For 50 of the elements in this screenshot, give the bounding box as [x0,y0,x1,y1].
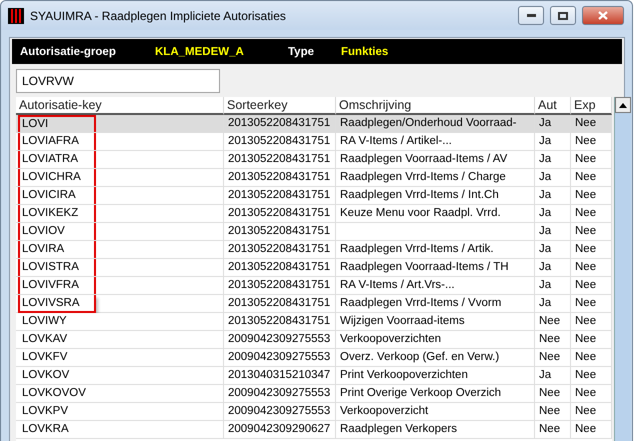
up-arrow-icon [619,102,627,108]
table-row[interactable]: LOVICHRA 2013052208431751 Raadplegen Vrrd-Items / Charge Ja Nee [16,169,612,187]
table-row[interactable]: LOVKRA 2009042309290627 Raadplegen Verkopers Nee Nee [16,421,612,439]
table-row[interactable]: LOVKOVOV 2009042309275553 Print Overige Verkoop Overzich Nee Nee [16,385,612,403]
table-cell: 2009042309290627 [224,421,336,439]
table-cell-text: LOVKOVOV [21,386,87,401]
table-row[interactable]: LOVKOV 2013040315210347 Print Verkoopoverzichten Ja Nee [16,367,612,385]
table-cell-text: LOVKRA [21,422,70,437]
table-row[interactable]: LOVI 2013052208431751 Raadplegen/Onderhoud Voorraad- Ja Nee [16,115,612,133]
column-header[interactable]: Exp [571,97,612,115]
maximize-icon [558,12,568,20]
type-value: Funkties [341,46,390,58]
table-row[interactable]: LOVIVFRA 2013052208431751 RA V-Items / Art.Vrs-... Ja Nee [16,277,612,295]
group-label: Autorisatie-groep [20,46,117,58]
column-header[interactable]: Aut [535,97,571,115]
minimize-button[interactable] [518,6,544,25]
type-label: Type [288,46,315,58]
table-cell: Nee [535,421,571,439]
table-cell: Raadplegen Verkopers [336,421,535,439]
table-cell-text: LOVKFV [21,350,68,365]
table-cell-text: LOVKAV [21,332,68,347]
column-header[interactable]: Omschrijving [336,97,535,115]
table-row[interactable]: LOVIOV 2013052208431751 Ja Nee [16,223,612,241]
table-cell: Nee [571,421,612,439]
search-field[interactable]: LOVRVW [16,69,220,93]
table-row[interactable]: LOVISTRA 2013052208431751 Raadplegen Voorraad-Items / TH Ja Nee [16,259,612,277]
table-row[interactable]: LOVKAV 2009042309275553 Verkoopoverzichten Nee Nee [16,331,612,349]
column-header[interactable]: Sorteerkey [224,97,336,115]
close-button[interactable] [582,6,624,25]
table-row[interactable]: LOVIAFRA 2013052208431751 RA V-Items / Artikel-... Ja Nee [16,133,612,151]
window-title: SYAUIMRA - Raadplegen Impliciete Autorisaties [30,8,287,22]
table-row[interactable]: LOVIATRA 2013052208431751 Raadplegen Voorraad-Items / AV Ja Nee [16,151,612,169]
table-cell-text: LOVKOV [21,368,70,383]
table-row[interactable]: LOVIKEKZ 2013052208431751 Keuze Menu voor Raadpl. Vrrd. Ja Nee [16,205,612,223]
table-row[interactable]: LOVIWY 2013052208431751 Wijzigen Voorraad-items Nee Nee [16,313,612,331]
table-row[interactable]: LOVIVSRA 2013052208431751 Raadplegen Vrrd-Items / Vvorm Ja Nee [16,295,612,313]
minimize-icon [526,14,536,17]
table-row[interactable]: LOVKPV 2009042309275553 Verkoopoverzicht Nee Nee [16,403,612,421]
column-header[interactable]: Autorisatie-key [16,97,224,115]
table-row[interactable]: LOVIRA 2013052208431751 Raadplegen Vrrd-Items / Artik. Ja Nee [16,241,612,259]
table-row[interactable]: LOVICIRA 2013052208431751 Raadplegen Vrrd-Items / Int.Ch Ja Nee [16,187,612,205]
maximize-button[interactable] [550,6,576,25]
scrollbar[interactable] [614,97,631,441]
table-cell-text: LOVKPV [21,404,70,419]
table-row[interactable]: LOVKFV 2009042309275553 Overz. Verkoop (Gef. en Verw.) Nee Nee [16,349,612,367]
table-cell-text: LOVIWY [21,314,68,329]
close-icon [598,11,608,20]
scroll-up-button[interactable] [615,97,631,113]
app-icon [8,8,24,24]
group-value: KLA_MEDEW_A [155,46,245,58]
